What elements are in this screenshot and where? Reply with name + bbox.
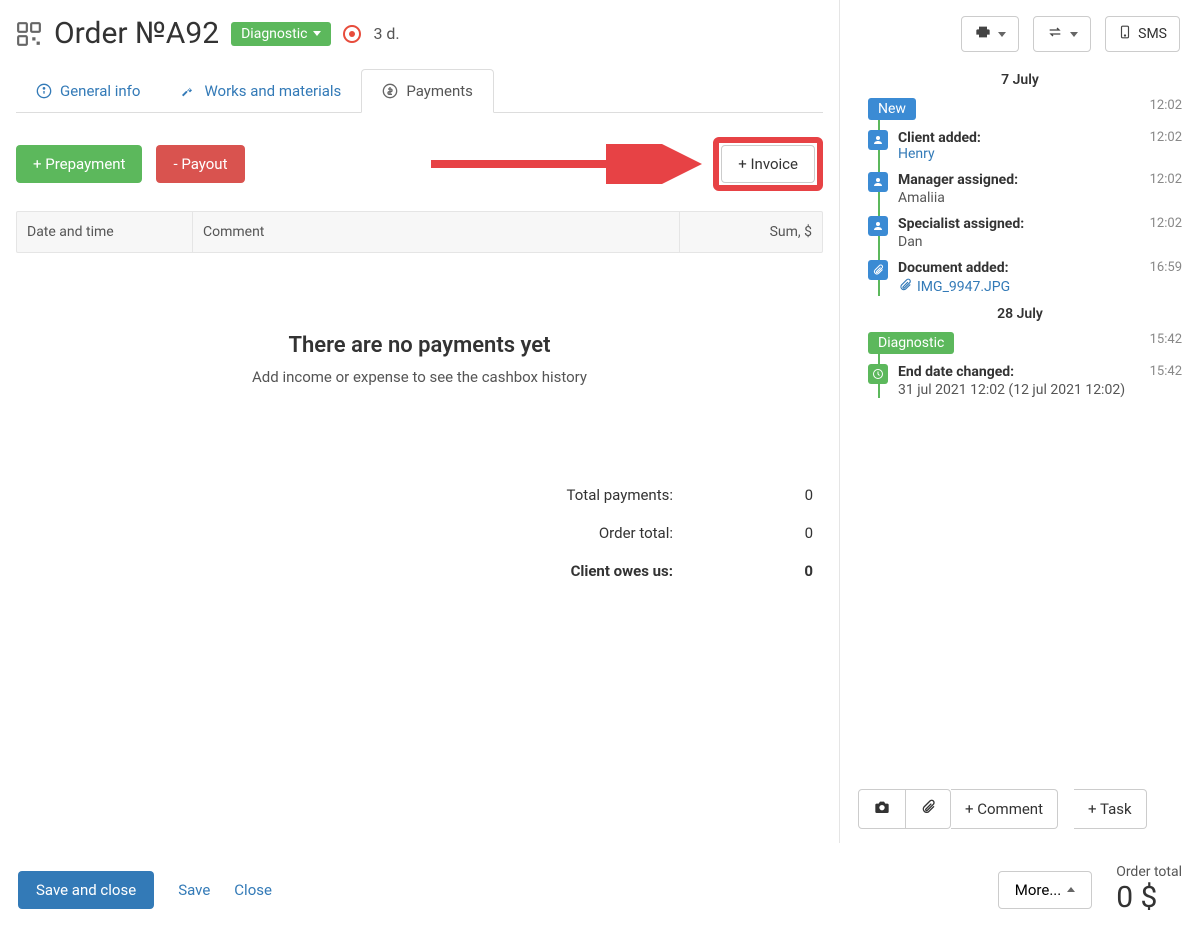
- invoice-highlight: + Invoice: [713, 137, 823, 191]
- paperclip-icon: [920, 799, 936, 819]
- sms-button[interactable]: SMS: [1105, 16, 1180, 52]
- client-owes-label: Client owes us:: [473, 562, 673, 580]
- end-date-label: End date changed:: [898, 364, 1150, 380]
- end-date-text: 31 jul 2021 12:02 (12 jul 2021 12:02): [898, 382, 1150, 398]
- print-dropdown[interactable]: [961, 16, 1019, 52]
- info-icon: [36, 83, 52, 99]
- person-icon: [868, 216, 888, 236]
- chevron-down-icon: [1070, 32, 1078, 37]
- close-button[interactable]: Close: [234, 881, 272, 899]
- col-comment: Comment: [193, 212, 680, 252]
- manager-label: Manager assigned:: [898, 172, 1150, 188]
- tab-general-info-label: General info: [60, 82, 140, 100]
- add-task-button[interactable]: + Task: [1074, 789, 1147, 829]
- paperclip-icon: [898, 278, 912, 296]
- more-label: More...: [1015, 881, 1061, 899]
- chevron-down-icon: [998, 32, 1006, 37]
- empty-state: There are no payments yet Add income or …: [16, 333, 823, 386]
- time-document: 16:59: [1150, 260, 1182, 275]
- transfer-dropdown[interactable]: [1033, 16, 1091, 52]
- tab-payments[interactable]: Payments: [361, 69, 494, 113]
- save-button[interactable]: Save: [178, 881, 210, 899]
- invoice-button[interactable]: + Invoice: [721, 145, 815, 183]
- time-specialist: 12:02: [1150, 216, 1182, 231]
- time-new: 12:02: [1150, 98, 1182, 113]
- timeline-date-2: 28 July: [858, 306, 1182, 322]
- badge-new: New: [868, 98, 916, 120]
- attach-button[interactable]: [906, 789, 951, 829]
- badge-diagnostic: Diagnostic: [868, 332, 954, 354]
- timeline-date-1: 7 July: [858, 72, 1182, 88]
- manager-name: Amaliia: [898, 190, 1150, 206]
- qr-icon[interactable]: [16, 21, 42, 47]
- sms-label: SMS: [1138, 26, 1167, 42]
- tab-general-info[interactable]: General info: [16, 69, 160, 112]
- time-diagnostic: 15:42: [1150, 332, 1182, 347]
- duration-label: 3 d.: [373, 24, 399, 43]
- camera-button[interactable]: [858, 789, 906, 829]
- specialist-name: Dan: [898, 234, 1150, 250]
- col-date: Date and time: [17, 212, 193, 252]
- specialist-label: Specialist assigned:: [898, 216, 1150, 232]
- chevron-up-icon: [1067, 887, 1075, 892]
- order-title: Order №A92: [54, 16, 219, 51]
- time-manager: 12:02: [1150, 172, 1182, 187]
- attachment-icon: [868, 260, 888, 280]
- client-added-label: Client added:: [898, 130, 1150, 146]
- payments-table-header: Date and time Comment Sum, $: [16, 211, 823, 253]
- status-badge[interactable]: Diagnostic: [231, 22, 331, 46]
- mobile-icon: [1118, 24, 1132, 44]
- client-owes-value: 0: [783, 562, 813, 580]
- more-dropdown[interactable]: More...: [998, 871, 1092, 909]
- camera-icon: [873, 799, 891, 819]
- document-link[interactable]: IMG_9947.JPG: [917, 279, 1010, 295]
- document-label: Document added:: [898, 260, 1150, 276]
- printer-icon: [974, 24, 992, 44]
- payout-button[interactable]: - Payout: [156, 145, 244, 183]
- tab-works-materials-label: Works and materials: [204, 82, 341, 100]
- col-sum: Sum, $: [680, 212, 822, 252]
- wrench-icon: [180, 83, 196, 99]
- total-payments-value: 0: [783, 486, 813, 504]
- order-total-value: 0: [783, 524, 813, 542]
- footer-order-total-label: Order total: [1116, 864, 1182, 880]
- target-icon: [343, 25, 361, 43]
- empty-subtitle: Add income or expense to see the cashbox…: [16, 368, 823, 386]
- empty-title: There are no payments yet: [16, 333, 823, 358]
- person-icon: [868, 130, 888, 150]
- time-end-date: 15:42: [1150, 364, 1182, 379]
- add-comment-button[interactable]: + Comment: [951, 789, 1058, 829]
- dollar-icon: [382, 83, 398, 99]
- save-and-close-button[interactable]: Save and close: [18, 871, 154, 909]
- clock-icon: [868, 364, 888, 384]
- footer-order-total-value: 0 $: [1116, 880, 1182, 915]
- total-payments-label: Total payments:: [473, 486, 673, 504]
- client-added-link[interactable]: Henry: [898, 146, 1150, 162]
- order-total-label: Order total:: [473, 524, 673, 542]
- tab-payments-label: Payments: [406, 82, 473, 100]
- transfer-icon: [1046, 24, 1064, 44]
- tab-works-materials[interactable]: Works and materials: [160, 69, 361, 112]
- person-icon: [868, 172, 888, 192]
- arrow-annotation: [426, 144, 706, 184]
- prepayment-button[interactable]: + Prepayment: [16, 145, 142, 183]
- time-client: 12:02: [1150, 130, 1182, 145]
